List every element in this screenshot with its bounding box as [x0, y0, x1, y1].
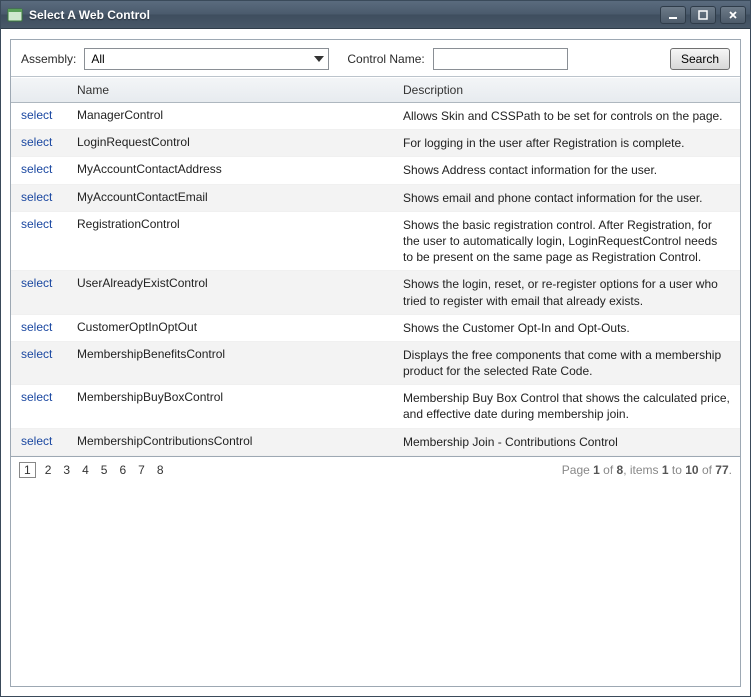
page-link[interactable]: 7: [135, 462, 148, 478]
page-link[interactable]: 6: [116, 462, 129, 478]
row-select-cell: select: [11, 108, 77, 122]
row-select-cell: select: [11, 162, 77, 176]
select-link[interactable]: select: [21, 276, 52, 290]
select-link[interactable]: select: [21, 320, 52, 334]
row-name: MembershipContributionsControl: [77, 434, 403, 448]
row-name: RegistrationControl: [77, 217, 403, 231]
table-row: select LoginRequestControlFor logging in …: [11, 130, 740, 157]
dialog-window: Select A Web Control Assembly: All Contr…: [0, 0, 751, 697]
table-row: select RegistrationControlShows the basic…: [11, 212, 740, 272]
row-name: ManagerControl: [77, 108, 403, 122]
titlebar: Select A Web Control: [1, 1, 750, 29]
grid-header: Name Description: [11, 77, 740, 103]
row-select-cell: select: [11, 135, 77, 149]
page-list: 12345678: [19, 462, 167, 478]
row-select-cell: select: [11, 347, 77, 361]
select-link[interactable]: select: [21, 217, 52, 231]
row-name: UserAlreadyExistControl: [77, 276, 403, 290]
select-link[interactable]: select: [21, 135, 52, 149]
row-select-cell: select: [11, 434, 77, 448]
row-select-cell: select: [11, 276, 77, 290]
table-row: select ManagerControlAllows Skin and CSSP…: [11, 103, 740, 130]
row-select-cell: select: [11, 390, 77, 404]
row-description: Shows Address contact information for th…: [403, 162, 740, 178]
results-grid: Name Description select ManagerControlAll…: [11, 76, 740, 686]
page-link[interactable]: 1: [19, 462, 36, 478]
table-row: select MembershipBenefitsControlDisplays …: [11, 342, 740, 385]
chevron-down-icon: [314, 56, 324, 62]
grid-body: select ManagerControlAllows Skin and CSSP…: [11, 103, 740, 456]
table-row: select MembershipContributionsControlMemb…: [11, 429, 740, 456]
row-name: CustomerOptInOptOut: [77, 320, 403, 334]
header-description: Description: [403, 83, 740, 97]
select-link[interactable]: select: [21, 434, 52, 448]
pager-summary: Page 1 of 8, items 1 to 10 of 77.: [562, 463, 732, 477]
page-link[interactable]: 8: [154, 462, 167, 478]
maximize-button[interactable]: [690, 6, 716, 24]
table-row: select MyAccountContactEmailShows email a…: [11, 185, 740, 212]
table-row: select CustomerOptInOptOutShows the Custo…: [11, 315, 740, 342]
minimize-button[interactable]: [660, 6, 686, 24]
select-link[interactable]: select: [21, 108, 52, 122]
row-select-cell: select: [11, 190, 77, 204]
row-name: LoginRequestControl: [77, 135, 403, 149]
assembly-label: Assembly:: [21, 52, 76, 66]
window-title: Select A Web Control: [29, 8, 660, 22]
main-panel: Assembly: All Control Name: Search Name …: [10, 39, 741, 687]
blank-area: [11, 484, 740, 686]
window-buttons: [660, 6, 746, 24]
select-link[interactable]: select: [21, 347, 52, 361]
row-description: Shows the Customer Opt-In and Opt-Outs.: [403, 320, 740, 336]
control-name-input[interactable]: [433, 48, 568, 70]
assembly-select[interactable]: All: [84, 48, 329, 70]
row-name: MyAccountContactAddress: [77, 162, 403, 176]
page-link[interactable]: 3: [60, 462, 73, 478]
filter-bar: Assembly: All Control Name: Search: [11, 40, 740, 76]
row-select-cell: select: [11, 320, 77, 334]
row-description: Shows email and phone contact informatio…: [403, 190, 740, 206]
row-description: Shows the basic registration control. Af…: [403, 217, 740, 266]
select-link[interactable]: select: [21, 390, 52, 404]
pager: 12345678 Page 1 of 8, items 1 to 10 of 7…: [11, 456, 740, 484]
page-link[interactable]: 2: [42, 462, 55, 478]
assembly-select-value: All: [91, 52, 104, 66]
control-name-label: Control Name:: [347, 52, 424, 66]
row-description: Shows the login, reset, or re-register o…: [403, 276, 740, 308]
select-link[interactable]: select: [21, 162, 52, 176]
table-row: select MyAccountContactAddressShows Addre…: [11, 157, 740, 184]
page-link[interactable]: 4: [79, 462, 92, 478]
app-icon: [7, 7, 23, 23]
table-row: select MembershipBuyBoxControlMembership …: [11, 385, 740, 428]
page-link[interactable]: 5: [98, 462, 111, 478]
table-row: select UserAlreadyExistControlShows the l…: [11, 271, 740, 314]
row-description: Allows Skin and CSSPath to be set for co…: [403, 108, 740, 124]
row-select-cell: select: [11, 217, 77, 231]
content-area: Assembly: All Control Name: Search Name …: [1, 29, 750, 696]
search-button[interactable]: Search: [670, 48, 730, 70]
row-description: For logging in the user after Registrati…: [403, 135, 740, 151]
row-name: MembershipBuyBoxControl: [77, 390, 403, 404]
row-description: Displays the free components that come w…: [403, 347, 740, 379]
select-link[interactable]: select: [21, 190, 52, 204]
row-name: MyAccountContactEmail: [77, 190, 403, 204]
row-description: Membership Join - Contributions Control: [403, 434, 740, 450]
row-name: MembershipBenefitsControl: [77, 347, 403, 361]
row-description: Membership Buy Box Control that shows th…: [403, 390, 740, 422]
header-name: Name: [77, 83, 403, 97]
close-button[interactable]: [720, 6, 746, 24]
